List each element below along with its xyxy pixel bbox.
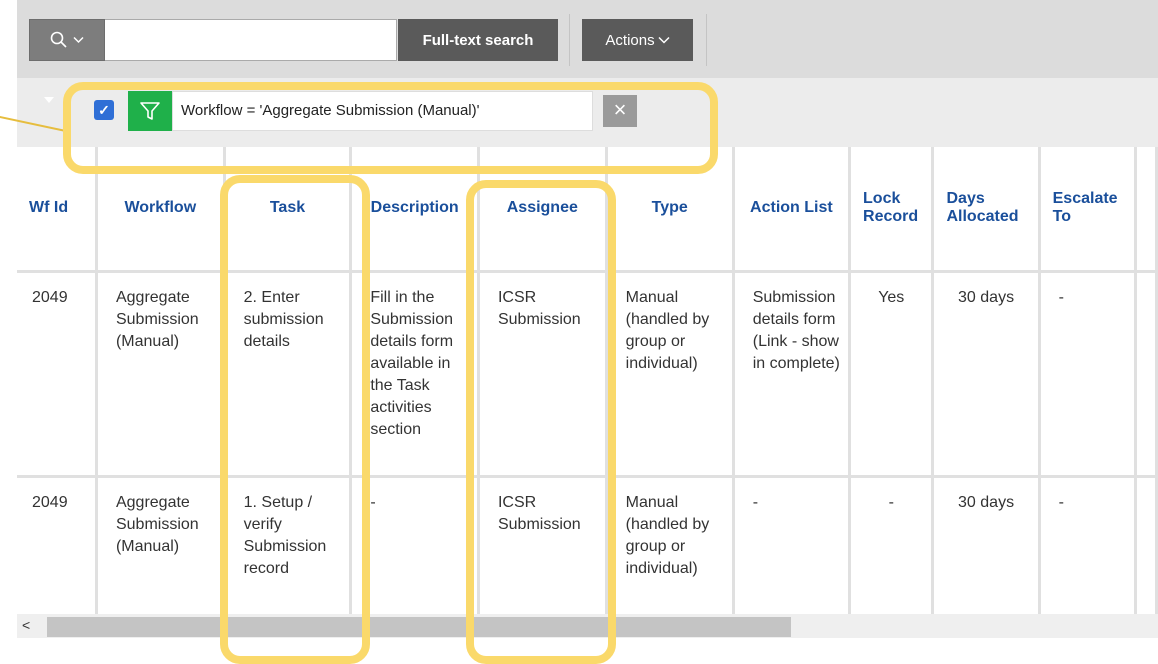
collapse-filters-toggle[interactable] [44, 97, 54, 103]
cell-action-list[interactable]: Submission details form (Link - show in … [733, 271, 852, 478]
chevron-down-icon [658, 36, 670, 44]
cell-escalate-to: - [1039, 476, 1137, 618]
cell-action-list: - [733, 476, 852, 618]
cell-overflow [1135, 271, 1158, 478]
toolbar-divider [569, 14, 570, 66]
scrollbar-thumb[interactable] [47, 617, 791, 637]
chevron-down-icon [73, 36, 84, 44]
cell-lock-record: - [849, 476, 935, 618]
cell-overflow [1135, 476, 1158, 618]
cell-wf-id: 2049 [17, 271, 98, 478]
cell-days-allocated: 30 days [932, 476, 1041, 618]
column-header-overflow [1135, 147, 1158, 273]
assignee-column-highlight [466, 180, 616, 664]
cell-days-allocated: 30 days [932, 271, 1041, 478]
search-icon [50, 31, 67, 48]
column-header-days-allocated[interactable]: Days Allocated [932, 147, 1041, 273]
toolbar-divider [706, 14, 707, 66]
cell-type: Manual (handled by group or individual) [606, 476, 735, 618]
full-text-search-button[interactable]: Full-text search [398, 19, 558, 61]
actions-button[interactable]: Actions [582, 19, 693, 61]
cell-wf-id: 2049 [17, 476, 98, 618]
column-header-lock-record[interactable]: Lock Record [849, 147, 935, 273]
cell-lock-record: Yes [849, 271, 935, 478]
search-group [29, 19, 397, 61]
actions-label: Actions [605, 31, 655, 49]
search-options-button[interactable] [29, 19, 105, 61]
filter-highlight [63, 82, 718, 174]
search-input[interactable] [105, 19, 397, 61]
column-header-action-list[interactable]: Action List [733, 147, 852, 273]
task-column-highlight [220, 175, 370, 664]
scroll-left-arrow-icon[interactable]: < [22, 617, 30, 633]
cell-escalate-to: - [1039, 271, 1137, 478]
cell-workflow: Aggregate Submission (Manual) [96, 271, 226, 478]
column-header-escalate-to[interactable]: Escalate To [1039, 147, 1137, 273]
cell-type: Manual (handled by group or individual) [606, 271, 735, 478]
cell-workflow: Aggregate Submission (Manual) [96, 476, 226, 618]
